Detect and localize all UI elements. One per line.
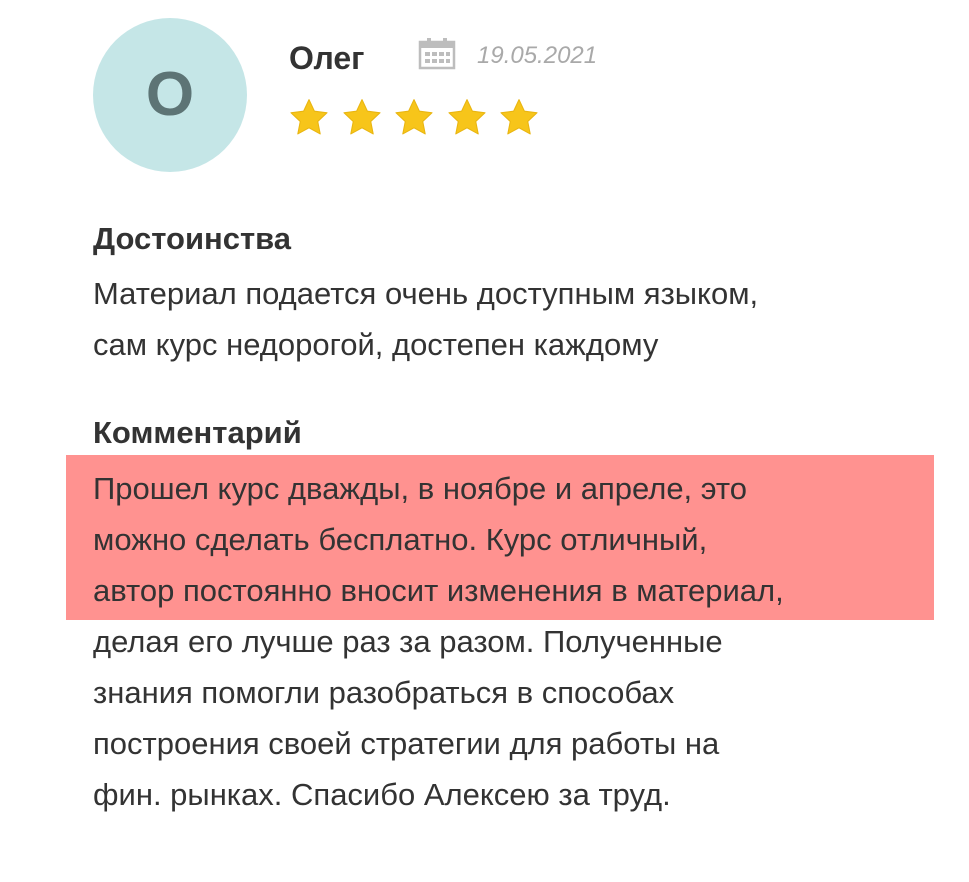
pros-line: Материал подается очень доступным языком… [93, 276, 759, 311]
comment-line: построения своей стратегии для работы на [93, 726, 720, 761]
comment-title: Комментарий [93, 415, 302, 450]
pros-title: Достоинства [93, 221, 292, 256]
calendar-icon [418, 38, 456, 70]
star-icon [500, 99, 538, 135]
comment-line: можно сделать бесплатно. Курс отличный, [93, 522, 708, 557]
star-icon [290, 99, 328, 135]
avatar-initial: О [145, 60, 195, 129]
star-icon [447, 99, 486, 135]
review-card: О Олег 19.05.2021 Достоинства Материал п… [0, 0, 969, 882]
star-icon [342, 99, 381, 135]
avatar: О [93, 18, 247, 172]
pros-line: сам курс недорогой, достепен каждому [93, 327, 659, 362]
rating-stars [288, 97, 551, 139]
comment-text: Прошел курс дважды, в ноябре и апреле, э… [93, 463, 953, 820]
review-date: 19.05.2021 [477, 42, 598, 69]
star-icon [395, 99, 433, 135]
comment-line: фин. рынках. Спасибо Алексею за труд. [93, 777, 671, 812]
comment-line: делая его лучше раз за разом. Полученные [93, 624, 723, 659]
pros-text: Материал подается очень доступным языком… [93, 268, 953, 370]
comment-line: Прошел курс дважды, в ноябре и апреле, э… [93, 471, 748, 506]
author-name: Олег [289, 40, 365, 76]
comment-line: автор постоянно вносит изменения в матер… [93, 573, 784, 608]
comment-line: знания помогли разобраться в способах [93, 675, 675, 710]
